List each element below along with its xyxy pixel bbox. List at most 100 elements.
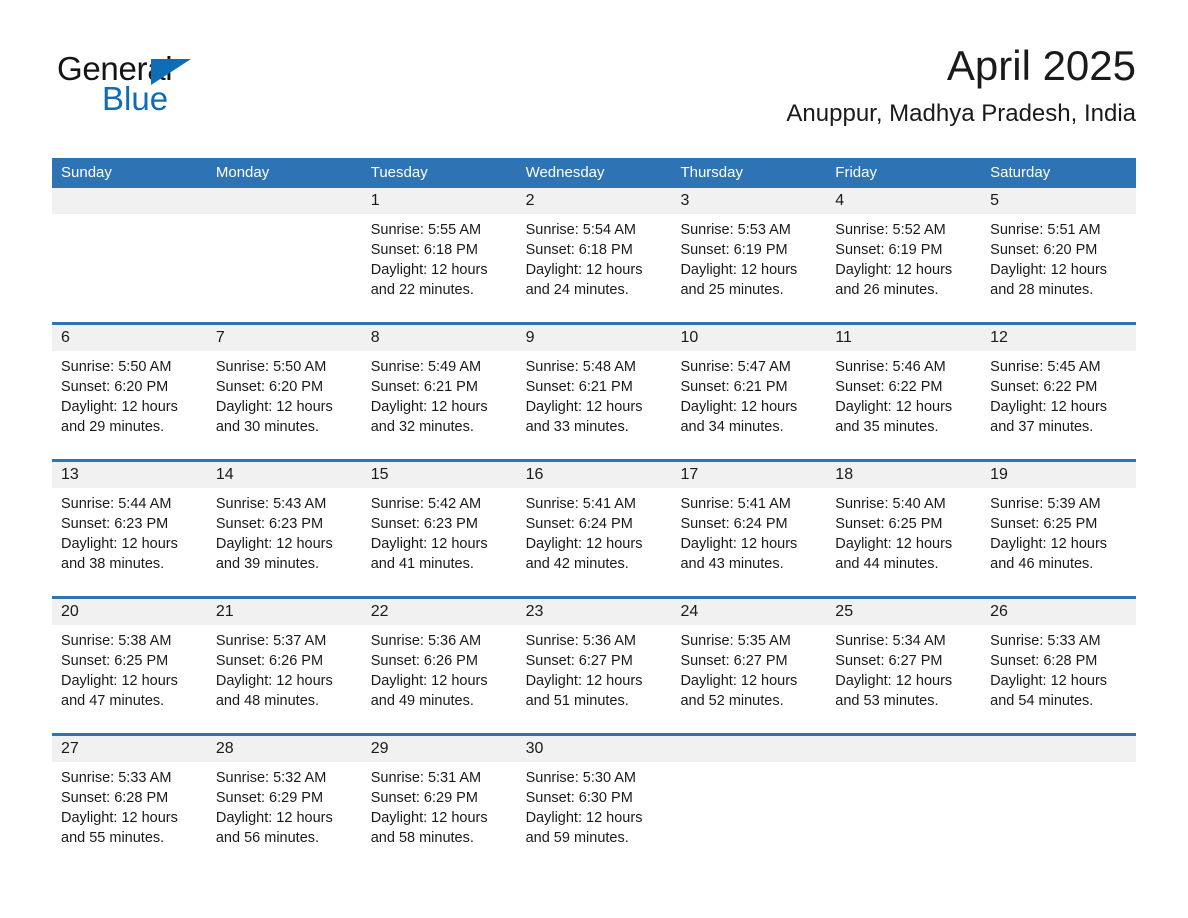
daylight-text-2: and 47 minutes.	[61, 693, 165, 709]
day-number[interactable]: 7	[207, 325, 362, 351]
day-number[interactable]: 12	[981, 325, 1136, 351]
day-cell[interactable]: Sunrise: 5:43 AM Sunset: 6:23 PM Dayligh…	[207, 488, 362, 596]
sunset-text: Sunset: 6:19 PM	[835, 242, 943, 258]
day-number[interactable]: 22	[362, 599, 517, 625]
sunset-text: Sunset: 6:20 PM	[61, 379, 169, 395]
day-number[interactable]	[52, 188, 207, 214]
day-cell[interactable]: Sunrise: 5:48 AM Sunset: 6:21 PM Dayligh…	[517, 351, 672, 459]
day-number[interactable]	[207, 188, 362, 214]
day-cell[interactable]: Sunrise: 5:50 AM Sunset: 6:20 PM Dayligh…	[52, 351, 207, 459]
day-number[interactable]: 8	[362, 325, 517, 351]
day-cell[interactable]: Sunrise: 5:47 AM Sunset: 6:21 PM Dayligh…	[671, 351, 826, 459]
sunrise-text: Sunrise: 5:51 AM	[990, 222, 1101, 238]
day-number[interactable]	[826, 736, 981, 762]
day-cell[interactable]: Sunrise: 5:53 AM Sunset: 6:19 PM Dayligh…	[671, 214, 826, 322]
day-number[interactable]: 10	[671, 325, 826, 351]
day-number[interactable]: 23	[517, 599, 672, 625]
day-number[interactable]: 9	[517, 325, 672, 351]
day-cell[interactable]: Sunrise: 5:41 AM Sunset: 6:24 PM Dayligh…	[671, 488, 826, 596]
daylight-text-1: Daylight: 12 hours	[215, 673, 333, 689]
day-cell[interactable]: Sunrise: 5:50 AM Sunset: 6:20 PM Dayligh…	[207, 351, 362, 459]
calendar-week-row: 13 14 15 16 17 18 19 Sunrise: 5:44 AM Su…	[52, 459, 1136, 596]
daylight-text-1: Daylight: 12 hours	[525, 262, 643, 278]
day-number[interactable]: 28	[207, 736, 362, 762]
sunrise-text: Sunrise: 5:54 AM	[525, 222, 636, 238]
sunset-text: Sunset: 6:25 PM	[990, 516, 1098, 532]
day-cell[interactable]: Sunrise: 5:40 AM Sunset: 6:25 PM Dayligh…	[826, 488, 981, 596]
sunrise-text: Sunrise: 5:36 AM	[370, 633, 482, 649]
day-cell[interactable]: Sunrise: 5:49 AM Sunset: 6:21 PM Dayligh…	[362, 351, 517, 459]
sunset-text: Sunset: 6:27 PM	[680, 653, 788, 669]
page-header: General Blue April 2025 Anuppur, Madhya …	[0, 0, 1188, 127]
day-number[interactable]: 21	[207, 599, 362, 625]
day-number[interactable]	[671, 736, 826, 762]
day-cell[interactable]: Sunrise: 5:36 AM Sunset: 6:26 PM Dayligh…	[362, 625, 517, 733]
day-cell[interactable]: Sunrise: 5:33 AM Sunset: 6:28 PM Dayligh…	[52, 762, 207, 870]
sunrise-text: Sunrise: 5:52 AM	[835, 222, 946, 238]
day-number[interactable]: 17	[671, 462, 826, 488]
day-cell[interactable]: Sunrise: 5:54 AM Sunset: 6:18 PM Dayligh…	[517, 214, 672, 322]
day-number[interactable]: 3	[671, 188, 826, 214]
day-cell[interactable]: Sunrise: 5:51 AM Sunset: 6:20 PM Dayligh…	[981, 214, 1136, 322]
day-cell[interactable]: Sunrise: 5:52 AM Sunset: 6:19 PM Dayligh…	[826, 214, 981, 322]
day-number[interactable]: 5	[981, 188, 1136, 214]
day-cell[interactable]: Sunrise: 5:36 AM Sunset: 6:27 PM Dayligh…	[517, 625, 672, 733]
day-number[interactable]	[981, 736, 1136, 762]
day-number[interactable]: 14	[207, 462, 362, 488]
day-cell[interactable]	[826, 762, 981, 870]
day-cell[interactable]: Sunrise: 5:38 AM Sunset: 6:25 PM Dayligh…	[52, 625, 207, 733]
day-cell[interactable]	[52, 214, 207, 322]
sunset-text: Sunset: 6:29 PM	[215, 790, 324, 806]
daylight-text-1: Daylight: 12 hours	[370, 536, 488, 552]
sunset-text: Sunset: 6:20 PM	[990, 242, 1098, 258]
sunset-text: Sunset: 6:21 PM	[370, 379, 478, 395]
day-number[interactable]: 13	[52, 462, 207, 488]
day-number[interactable]: 26	[981, 599, 1136, 625]
day-number[interactable]: 19	[981, 462, 1136, 488]
day-number[interactable]: 25	[826, 599, 981, 625]
day-number[interactable]: 1	[362, 188, 517, 214]
day-cell[interactable]: Sunrise: 5:35 AM Sunset: 6:27 PM Dayligh…	[671, 625, 826, 733]
day-number[interactable]: 15	[362, 462, 517, 488]
day-cell[interactable]: Sunrise: 5:31 AM Sunset: 6:29 PM Dayligh…	[362, 762, 517, 870]
sunset-text: Sunset: 6:18 PM	[525, 242, 633, 258]
day-cell[interactable]: Sunrise: 5:33 AM Sunset: 6:28 PM Dayligh…	[981, 625, 1136, 733]
daylight-text-2: and 26 minutes.	[835, 282, 939, 298]
day-cell[interactable]: Sunrise: 5:37 AM Sunset: 6:26 PM Dayligh…	[207, 625, 362, 733]
sunset-text: Sunset: 6:20 PM	[215, 379, 324, 395]
sunset-text: Sunset: 6:21 PM	[680, 379, 788, 395]
daylight-text-1: Daylight: 12 hours	[370, 810, 488, 826]
day-cell[interactable]	[671, 762, 826, 870]
day-number[interactable]: 11	[826, 325, 981, 351]
day-cell[interactable]: Sunrise: 5:55 AM Sunset: 6:18 PM Dayligh…	[362, 214, 517, 322]
day-cell[interactable]: Sunrise: 5:30 AM Sunset: 6:30 PM Dayligh…	[517, 762, 672, 870]
daylight-text-1: Daylight: 12 hours	[835, 262, 953, 278]
day-number[interactable]: 27	[52, 736, 207, 762]
day-cell[interactable]: Sunrise: 5:34 AM Sunset: 6:27 PM Dayligh…	[826, 625, 981, 733]
day-number[interactable]: 24	[671, 599, 826, 625]
day-number[interactable]: 20	[52, 599, 207, 625]
day-cell[interactable]: Sunrise: 5:45 AM Sunset: 6:22 PM Dayligh…	[981, 351, 1136, 459]
day-cell[interactable]: Sunrise: 5:44 AM Sunset: 6:23 PM Dayligh…	[52, 488, 207, 596]
day-number[interactable]: 6	[52, 325, 207, 351]
daylight-text-2: and 30 minutes.	[215, 419, 320, 435]
sunrise-text: Sunrise: 5:39 AM	[990, 496, 1101, 512]
day-cell[interactable]: Sunrise: 5:32 AM Sunset: 6:29 PM Dayligh…	[207, 762, 362, 870]
day-number[interactable]: 2	[517, 188, 672, 214]
day-cell[interactable]: Sunrise: 5:46 AM Sunset: 6:22 PM Dayligh…	[826, 351, 981, 459]
day-number[interactable]: 4	[826, 188, 981, 214]
daylight-text-2: and 28 minutes.	[990, 282, 1094, 298]
daylight-text-1: Daylight: 12 hours	[61, 536, 178, 552]
day-cell[interactable]: Sunrise: 5:39 AM Sunset: 6:25 PM Dayligh…	[981, 488, 1136, 596]
daylight-text-2: and 25 minutes.	[680, 282, 784, 298]
day-cell[interactable]: Sunrise: 5:41 AM Sunset: 6:24 PM Dayligh…	[517, 488, 672, 596]
day-number[interactable]: 30	[517, 736, 672, 762]
day-cell[interactable]: Sunrise: 5:42 AM Sunset: 6:23 PM Dayligh…	[362, 488, 517, 596]
day-cell[interactable]	[207, 214, 362, 322]
day-cell[interactable]	[981, 762, 1136, 870]
generalblue-logo[interactable]: General Blue	[57, 52, 257, 122]
day-number[interactable]: 16	[517, 462, 672, 488]
sunrise-text: Sunrise: 5:34 AM	[835, 633, 946, 649]
day-number[interactable]: 18	[826, 462, 981, 488]
day-number[interactable]: 29	[362, 736, 517, 762]
